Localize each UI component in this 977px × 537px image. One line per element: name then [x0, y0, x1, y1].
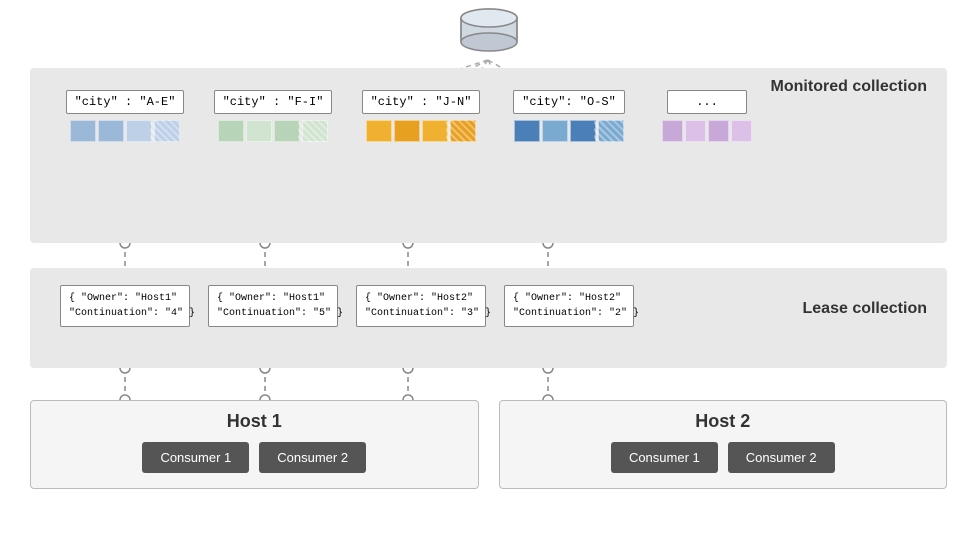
lease-collection-label: Lease collection [803, 300, 928, 318]
partition-fi: "city" : "F-I" [208, 90, 338, 142]
host1-title: Host 1 [46, 411, 463, 432]
partition-fi-cells [218, 120, 328, 142]
host2-box: Host 2 Consumer 1 Consumer 2 [499, 400, 948, 489]
partition-os-cells [514, 120, 624, 142]
diagram-container: Monitored collection "city" : "A-E" "cit… [0, 0, 977, 537]
lease-doc-1: { "Owner": "Host1""Continuation": "4" } [60, 285, 190, 327]
cell [708, 120, 729, 142]
cell [98, 120, 124, 142]
lease-doc-4: { "Owner": "Host2""Continuation": "2" } [504, 285, 634, 327]
partition-ellipsis-cells [662, 120, 752, 142]
host1-box: Host 1 Consumer 1 Consumer 2 [30, 400, 479, 489]
host2-consumer2: Consumer 2 [728, 442, 835, 473]
cell [731, 120, 752, 142]
lease-row: { "Owner": "Host1""Continuation": "4" } … [60, 285, 634, 327]
partition-jn-label: "city" : "J-N" [362, 90, 481, 114]
lease-doc-3: { "Owner": "Host2""Continuation": "3" } [356, 285, 486, 327]
partition-ellipsis-label: ... [667, 90, 747, 114]
cell [570, 120, 596, 142]
partition-ae-cells [70, 120, 180, 142]
lease-doc-2: { "Owner": "Host1""Continuation": "5" } [208, 285, 338, 327]
host2-consumer-row: Consumer 1 Consumer 2 [515, 442, 932, 473]
cell [542, 120, 568, 142]
cell [218, 120, 244, 142]
cell [662, 120, 683, 142]
host1-consumer2: Consumer 2 [259, 442, 366, 473]
cell [685, 120, 706, 142]
host1-consumer-row: Consumer 1 Consumer 2 [46, 442, 463, 473]
partition-ae-label: "city" : "A-E" [66, 90, 185, 114]
cell [394, 120, 420, 142]
hatch [298, 120, 328, 142]
hatch [150, 120, 180, 142]
cell [70, 120, 96, 142]
cell [514, 120, 540, 142]
partition-row: "city" : "A-E" "city" : "F-I" "city" : [60, 90, 917, 142]
partition-os-label: "city": "O-S" [513, 90, 625, 114]
cell [126, 120, 152, 142]
cell [366, 120, 392, 142]
hatch [594, 120, 624, 142]
partition-os: "city": "O-S" [504, 90, 634, 142]
database-icon [459, 8, 519, 60]
host-section: Host 1 Consumer 1 Consumer 2 Host 2 Cons… [30, 400, 947, 489]
cell [422, 120, 448, 142]
partition-jn-cells [366, 120, 476, 142]
partition-fi-label: "city" : "F-I" [214, 90, 333, 114]
hatch [446, 120, 476, 142]
host2-title: Host 2 [515, 411, 932, 432]
partition-jn: "city" : "J-N" [356, 90, 486, 142]
partition-ae: "city" : "A-E" [60, 90, 190, 142]
partition-ellipsis: ... [652, 90, 762, 142]
host1-consumer1: Consumer 1 [142, 442, 249, 473]
host2-consumer1: Consumer 1 [611, 442, 718, 473]
cell [274, 120, 300, 142]
cell [246, 120, 272, 142]
